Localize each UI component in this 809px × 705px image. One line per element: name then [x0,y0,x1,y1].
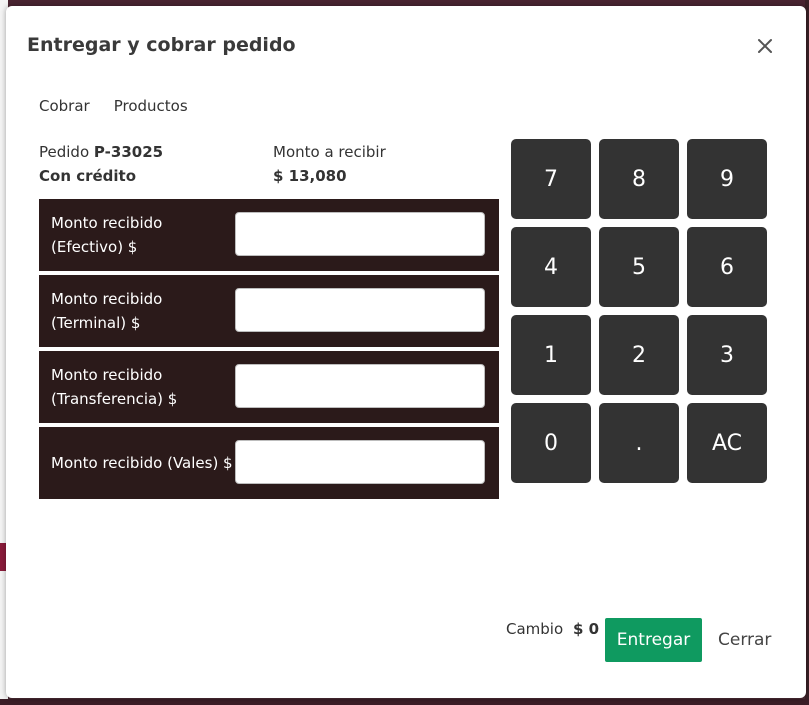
close-dialog-button[interactable]: Cerrar [718,618,771,662]
key-5[interactable]: 5 [599,227,679,307]
amount-value: $ 13,080 [273,167,347,185]
key-clear[interactable]: AC [687,403,767,483]
payment-label-terminal: Monto recibido (Terminal) $ [51,290,163,332]
key-9[interactable]: 9 [687,139,767,219]
payment-row-vouchers: Monto recibido (Vales) $ [39,427,499,499]
order-id: P-33025 [93,143,164,161]
payment-label-transfer: Monto recibido (Transferencia) $ [51,366,178,408]
terminal-amount-input[interactable] [235,288,485,332]
change-label: Cambio [506,620,564,638]
key-6[interactable]: 6 [687,227,767,307]
payment-label-vouchers: Monto recibido (Vales) $ [51,454,233,472]
tab-cobrar[interactable]: Cobrar [39,97,90,115]
tab-bar: Cobrar Productos [39,97,188,115]
close-button[interactable] [754,35,776,57]
key-0[interactable]: 0 [511,403,591,483]
change-value: $ 0 [573,620,600,638]
order-prefix: Pedido [39,143,90,161]
dialog-footer: Cambio $ 0 Entregar Cerrar [6,618,806,664]
vouchers-amount-input[interactable] [235,440,485,484]
key-7[interactable]: 7 [511,139,591,219]
key-4[interactable]: 4 [511,227,591,307]
key-3[interactable]: 3 [687,315,767,395]
payment-row-cash: Monto recibido (Efectivo) $ [39,199,499,271]
deliver-charge-dialog: Entregar y cobrar pedido Cobrar Producto… [6,6,806,698]
tab-productos[interactable]: Productos [114,97,188,115]
key-decimal[interactable]: . [599,403,679,483]
deliver-button[interactable]: Entregar [605,618,702,662]
payment-row-terminal: Monto recibido (Terminal) $ [39,275,499,347]
background-app-bottom [0,699,809,705]
key-8[interactable]: 8 [599,139,679,219]
key-1[interactable]: 1 [511,315,591,395]
dialog-title: Entregar y cobrar pedido [27,34,296,56]
close-icon [758,39,772,53]
amount-info: Monto a recibir $ 13,080 [273,140,386,188]
amount-label: Monto a recibir [273,143,386,161]
payment-label-cash: Monto recibido (Efectivo) $ [51,214,163,256]
cash-amount-input[interactable] [235,212,485,256]
key-2[interactable]: 2 [599,315,679,395]
numeric-keypad: 7 8 9 4 5 6 1 2 3 0 . AC [511,139,767,483]
credit-status: Con crédito [39,167,137,185]
payment-rows: Monto recibido (Efectivo) $ Monto recibi… [39,199,499,503]
payment-row-transfer: Monto recibido (Transferencia) $ [39,351,499,423]
transfer-amount-input[interactable] [235,364,485,408]
order-info: Pedido P-33025 Con crédito [39,140,163,188]
